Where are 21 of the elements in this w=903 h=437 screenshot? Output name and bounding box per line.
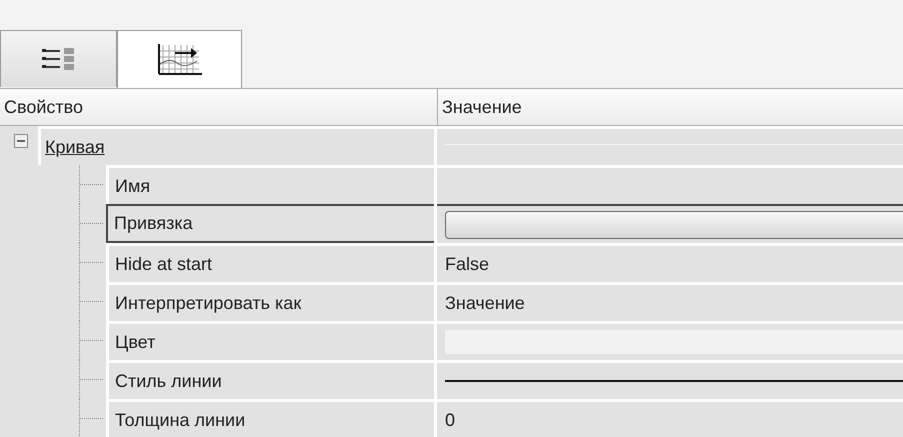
tree-connector [79,243,104,282]
tree-connector [79,282,104,321]
property-name[interactable]: Hide at start [106,243,434,282]
property-name[interactable]: Толщина линии [106,399,434,437]
property-name[interactable]: Привязка [106,204,434,243]
tab[interactable] [117,30,242,88]
tree-connector [79,399,104,437]
property-value: 0 [445,410,456,430]
list-icon [42,46,76,72]
value-button[interactable] [445,210,903,238]
property-name[interactable]: Интерпретировать как [106,282,434,321]
tree-connector [79,360,104,399]
chart-icon [156,42,202,76]
column-header: Свойство [0,89,438,125]
tree-connector [79,321,104,360]
column-header: Значение [441,96,522,118]
tree-connector [79,165,104,204]
collapse-icon[interactable] [14,134,28,148]
property-value: Значение [445,292,525,314]
tree-connector [79,204,104,243]
property-value: False [445,254,490,274]
